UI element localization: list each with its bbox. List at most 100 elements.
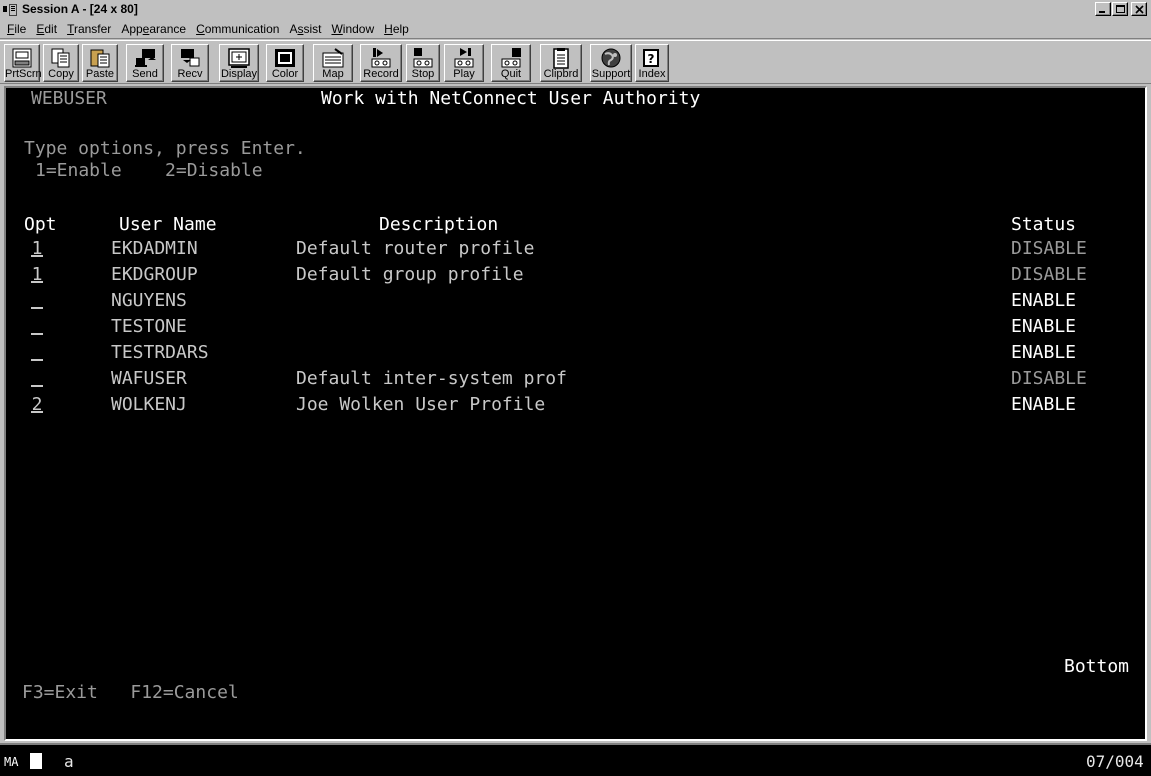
column-header-user-name: User Name xyxy=(119,214,217,235)
paste-icon xyxy=(88,47,112,69)
play-button[interactable]: Play xyxy=(444,44,484,82)
maximize-icon xyxy=(1116,5,1125,13)
copy-button[interactable]: Copy xyxy=(43,44,79,82)
description-cell: Joe Wolken User Profile xyxy=(296,394,546,415)
clipboard-icon xyxy=(549,47,573,69)
toolbar-button-label: Map xyxy=(322,68,344,80)
toolbar-button-label: Play xyxy=(453,68,475,80)
window-titlebar[interactable]: Session A - [24 x 80] xyxy=(0,0,1151,20)
minimize-button[interactable] xyxy=(1095,2,1111,16)
status-cell: DISABLE xyxy=(1011,238,1087,259)
session-app-icon[interactable] xyxy=(3,4,17,16)
status-cell: ENABLE xyxy=(1011,394,1077,415)
keyboard-lock-indicator xyxy=(30,753,42,769)
copy-icon xyxy=(49,47,73,69)
status-cell: ENABLE xyxy=(1011,342,1077,363)
clipbrd-button[interactable]: Clipbrd xyxy=(540,44,582,82)
keyboard-map-icon xyxy=(321,47,345,69)
menu-window[interactable]: Window xyxy=(326,20,379,38)
stop-icon xyxy=(411,47,435,69)
description-cell: Default group profile xyxy=(296,264,524,285)
toolbar: PrtScrn Copy Paste Send Recv Display Color Map R… xyxy=(0,40,1151,84)
quit-button[interactable]: Quit xyxy=(491,44,531,82)
menu-communication[interactable]: Communication xyxy=(191,20,284,38)
send-icon xyxy=(133,47,157,69)
menu-appearance[interactable]: Appearance xyxy=(116,20,191,38)
session-letter: a xyxy=(64,752,74,771)
toolbar-button-label: Clipbrd xyxy=(543,68,579,80)
option-input[interactable] xyxy=(30,316,44,338)
stop-button[interactable]: Stop xyxy=(406,44,440,82)
display-icon xyxy=(227,47,251,69)
toolbar-button-label: PrtScrn xyxy=(5,68,42,80)
option-input[interactable]: 1 xyxy=(30,264,44,286)
option-input[interactable] xyxy=(30,290,44,312)
index-button[interactable]: ? Index xyxy=(635,44,669,82)
toolbar-button-label: Quit xyxy=(500,68,522,80)
screen-title: Work with NetConnect User Authority xyxy=(321,88,701,109)
user-name-cell: TESTONE xyxy=(111,316,187,337)
option-input[interactable] xyxy=(30,368,44,390)
minimize-icon xyxy=(1099,11,1105,13)
color-icon xyxy=(273,47,297,69)
prtscrn-button[interactable]: PrtScrn xyxy=(4,44,42,82)
window-title: Session A - [24 x 80] xyxy=(22,2,138,16)
user-name-cell: EKDGROUP xyxy=(111,264,198,285)
toolbar-button-label: Display xyxy=(220,68,258,80)
column-header-opt: Opt xyxy=(24,214,57,235)
terminal-screen[interactable]: WEBUSER Work with NetConnect User Author… xyxy=(4,86,1147,741)
send-button[interactable]: Send xyxy=(126,44,164,82)
paste-button[interactable]: Paste xyxy=(82,44,118,82)
menu-edit[interactable]: Edit xyxy=(31,20,62,38)
help-index-icon: ? xyxy=(640,47,664,69)
option-input[interactable]: 1 xyxy=(30,238,44,260)
toolbar-button-label: Record xyxy=(363,68,399,80)
toolbar-button-label: Stop xyxy=(411,68,435,80)
user-name-cell: NGUYENS xyxy=(111,290,187,311)
record-icon xyxy=(369,47,393,69)
play-icon xyxy=(452,47,476,69)
system-name: WEBUSER xyxy=(31,88,107,109)
map-button[interactable]: Map xyxy=(313,44,353,82)
status-cell: DISABLE xyxy=(1011,264,1087,285)
option-input[interactable] xyxy=(30,342,44,364)
option-input[interactable]: 2 xyxy=(30,394,44,416)
mode-indicator: MA xyxy=(4,755,19,769)
cursor-position: 07/004 xyxy=(1086,752,1144,771)
toolbar-button-label: Index xyxy=(638,68,666,80)
toolbar-button-label: Copy xyxy=(48,68,74,80)
column-header-description: Description xyxy=(379,214,499,235)
status-cell: DISABLE xyxy=(1011,368,1087,389)
maximize-button[interactable] xyxy=(1112,2,1128,16)
printer-icon xyxy=(10,47,34,69)
close-button[interactable] xyxy=(1131,2,1147,16)
user-name-cell: WAFUSER xyxy=(111,368,187,389)
close-icon xyxy=(1135,5,1144,14)
menu-help[interactable]: Help xyxy=(379,20,414,38)
menu-file[interactable]: File xyxy=(2,20,31,38)
status-cell: ENABLE xyxy=(1011,290,1077,311)
support-button[interactable]: Support xyxy=(590,44,632,82)
menu-assist[interactable]: Assist xyxy=(284,20,326,38)
column-header-status: Status xyxy=(1011,214,1077,235)
toolbar-button-label: Color xyxy=(271,68,299,80)
toolbar-button-label: Recv xyxy=(177,68,203,80)
instructions-text: Type options, press Enter. xyxy=(24,138,306,159)
user-name-cell: WOLKENJ xyxy=(111,394,187,415)
quit-icon xyxy=(499,47,523,69)
description-cell: Default inter-system prof xyxy=(296,368,567,389)
description-cell: Default router profile xyxy=(296,238,535,259)
status-bar: MA a 07/004 xyxy=(0,743,1151,776)
menu-bar: File Edit Transfer Appearance Communication A… xyxy=(0,20,1151,39)
receive-icon xyxy=(178,47,202,69)
record-button[interactable]: Record xyxy=(360,44,402,82)
user-name-cell: TESTRDARS xyxy=(111,342,209,363)
user-name-cell: EKDADMIN xyxy=(111,238,198,259)
display-button[interactable]: Display xyxy=(219,44,259,82)
status-cell: ENABLE xyxy=(1011,316,1077,337)
recv-button[interactable]: Recv xyxy=(171,44,209,82)
color-button[interactable]: Color xyxy=(266,44,304,82)
support-globe-icon xyxy=(599,47,623,69)
menu-transfer[interactable]: Transfer xyxy=(62,20,116,38)
svg-text:?: ? xyxy=(648,52,655,66)
